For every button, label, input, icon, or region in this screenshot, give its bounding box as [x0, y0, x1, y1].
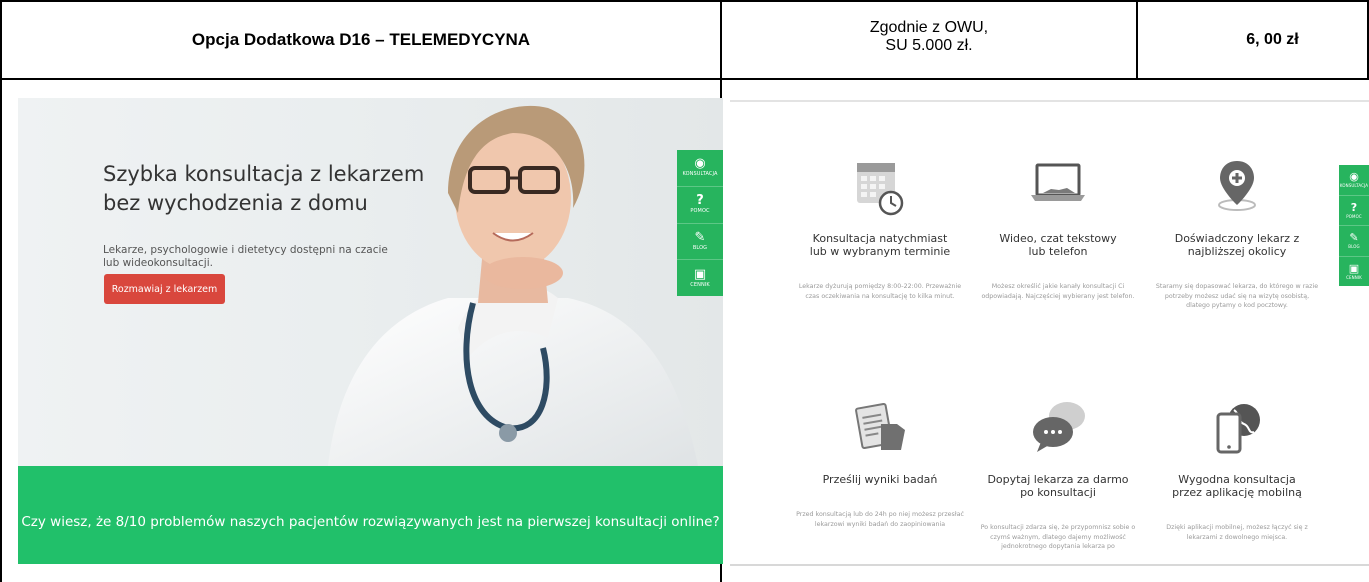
terms-cell: Zgodnie z OWU, SU 5.000 zł.	[722, 2, 1136, 78]
sidebar-item-label: POMOC	[1346, 213, 1362, 219]
features-screenshot: Konsultacja natychmiast lub w wybranym t…	[730, 98, 1369, 566]
speech-bubble-icon: ◉	[1349, 170, 1359, 184]
feature-title-line-2: najbliższej okolicy	[1187, 245, 1287, 258]
talk-to-doctor-button[interactable]: Rozmawiaj z lekarzem	[104, 274, 225, 304]
feature-description: Staramy się dopasować lekarza, do któreg…	[1155, 283, 1319, 309]
feature-title-line-1: Wideo, czat tekstowy	[999, 232, 1117, 245]
feature-local-doctor: Doświadczony lekarz z najbliższej okolic…	[1147, 153, 1327, 311]
sidebar-item-pomoc[interactable]: ? POMOC	[1339, 196, 1369, 226]
sidebar-item-konsultacja[interactable]: ◉ KONSULTACJA	[677, 150, 723, 187]
feature-consultation-time: Konsultacja natychmiast lub w wybranym t…	[790, 153, 970, 301]
sidebar-item-label: POMOC	[690, 208, 710, 215]
feature-title-line-2: lub w wybranym terminie	[809, 245, 951, 258]
feature-title: Wideo, czat tekstowy lub telefon	[968, 232, 1148, 258]
doctor-photo	[328, 105, 698, 466]
sidebar-item-label: CENNIK	[690, 281, 710, 288]
money-icon: ▣	[1348, 261, 1360, 275]
feature-title: Prześlij wyniki badań	[790, 473, 970, 486]
sidebar-item-blog[interactable]: ✎ BLOG	[677, 224, 723, 261]
hero-subtitle-line-2: lub wideokonsultacji.	[103, 257, 213, 269]
location-pin-icon	[1218, 161, 1256, 211]
feature-title: Doświadczony lekarz z najbliższej okolic…	[1147, 232, 1327, 258]
sidebar-item-pomoc[interactable]: ? POMOC	[677, 187, 723, 224]
calendar-clock-icon	[857, 163, 904, 216]
section-divider	[730, 100, 1369, 102]
hero-title: Szybka konsultacja z lekarzem bez wychod…	[103, 160, 433, 218]
clipboard-folder-icon	[855, 403, 905, 450]
option-title: Opcja Dodatkowa D16 – TELEMEDYCYNA	[191, 30, 531, 49]
table-border-header	[0, 78, 1369, 80]
hero-subtitle-line-1: Lekarze, psychologowie i dietetycy dostę…	[103, 244, 388, 256]
sidebar-item-label: BLOG	[692, 244, 708, 251]
feature-title-line-2: po konsultacji	[1020, 486, 1096, 499]
question-mark-icon: ?	[1350, 200, 1358, 214]
feature-channels: Wideo, czat tekstowy lub telefon Możesz …	[968, 153, 1148, 301]
feature-title: Konsultacja natychmiast lub w wybranym t…	[790, 232, 970, 258]
hero-subtitle: Lekarze, psychologowie i dietetycy dostę…	[103, 244, 413, 270]
edit-icon: ✎	[1349, 231, 1359, 245]
sidebar-item-label: CENNIK	[1346, 274, 1362, 280]
question-mark-icon: ?	[696, 193, 704, 209]
sidebar-item-cennik[interactable]: ▣ CENNIK	[1339, 257, 1369, 287]
feature-title-line-1: Prześlij wyniki badań	[822, 473, 938, 486]
laptop-icon	[1031, 163, 1085, 201]
feature-follow-up: Dopytaj lekarza za darmo po konsultacji …	[968, 394, 1148, 552]
banner-text: Czy wiesz, że 8/10 problemów naszych pac…	[21, 514, 720, 530]
sidebar-item-blog[interactable]: ✎ BLOG	[1339, 226, 1369, 257]
section-divider-bottom	[730, 564, 1369, 566]
speech-bubble-icon: ◉	[694, 156, 706, 172]
hero-title-line-1: Szybka konsultacja z lekarzem	[103, 162, 425, 186]
feature-description: Lekarze dyżurują pomiędzy 8:00-22:00. Pr…	[798, 283, 962, 300]
feature-title: Wygodna konsultacja przez aplikację mobi…	[1147, 473, 1327, 499]
feature-description: Dzięki aplikacji mobilnej, możesz łączyć…	[1166, 524, 1308, 541]
feature-description: Po konsultacji zdarza się, że przypomnis…	[980, 524, 1136, 550]
feature-title-line-2: lub telefon	[1028, 245, 1088, 258]
feature-title-line-1: Doświadczony lekarz z	[1174, 232, 1300, 245]
sidebar-item-label: BLOG	[1348, 244, 1360, 250]
table-border-left	[0, 0, 2, 582]
phone-globe-icon	[1216, 404, 1260, 454]
price-cell: 6, 00 zł	[1246, 31, 1299, 48]
sidebar-item-konsultacja[interactable]: ◉ KONSULTACJA	[1339, 165, 1369, 196]
feature-title-line-1: Dopytaj lekarza za darmo	[987, 473, 1129, 486]
sidebar-item-cennik[interactable]: ▣ CENNIK	[677, 260, 723, 296]
feature-title-line-2: przez aplikację mobilną	[1172, 486, 1302, 499]
feature-mobile-app: Wygodna konsultacja przez aplikację mobi…	[1147, 394, 1327, 542]
hero-title-line-2: bez wychodzenia z domu	[103, 191, 368, 215]
feature-title: Dopytaj lekarza za darmo po konsultacji	[968, 473, 1148, 499]
feature-description: Możesz określić jakie kanały konsultacji…	[981, 283, 1135, 300]
feature-title-line-1: Konsultacja natychmiast	[812, 232, 948, 245]
feature-send-results: Prześlij wyniki badań Przed konsultacją …	[790, 394, 970, 529]
feature-title-line-1: Wygodna konsultacja	[1178, 473, 1296, 486]
sidebar-item-label: KONSULTACJA	[1339, 183, 1369, 189]
feature-description: Przed konsultacją lub do 24h po niej moż…	[796, 511, 964, 528]
terms-line-1: Zgodnie z OWU,	[869, 19, 989, 36]
edit-icon: ✎	[694, 229, 706, 245]
terms-line-2: SU 5.000 zł.	[885, 37, 973, 54]
chat-bubbles-icon	[1033, 402, 1085, 452]
side-menu-right: ◉ KONSULTACJA ? POMOC ✎ BLOG ▣ CENNIK	[1339, 165, 1369, 286]
money-icon: ▣	[693, 266, 707, 282]
side-menu: ◉ KONSULTACJA ? POMOC ✎ BLOG ▣ CENNIK	[677, 150, 723, 296]
homepage-screenshot: Szybka konsultacja z lekarzem bez wychod…	[18, 98, 723, 564]
sidebar-item-label: KONSULTACJA	[682, 171, 718, 178]
info-banner: Czy wiesz, że 8/10 problemów naszych pac…	[18, 466, 723, 564]
